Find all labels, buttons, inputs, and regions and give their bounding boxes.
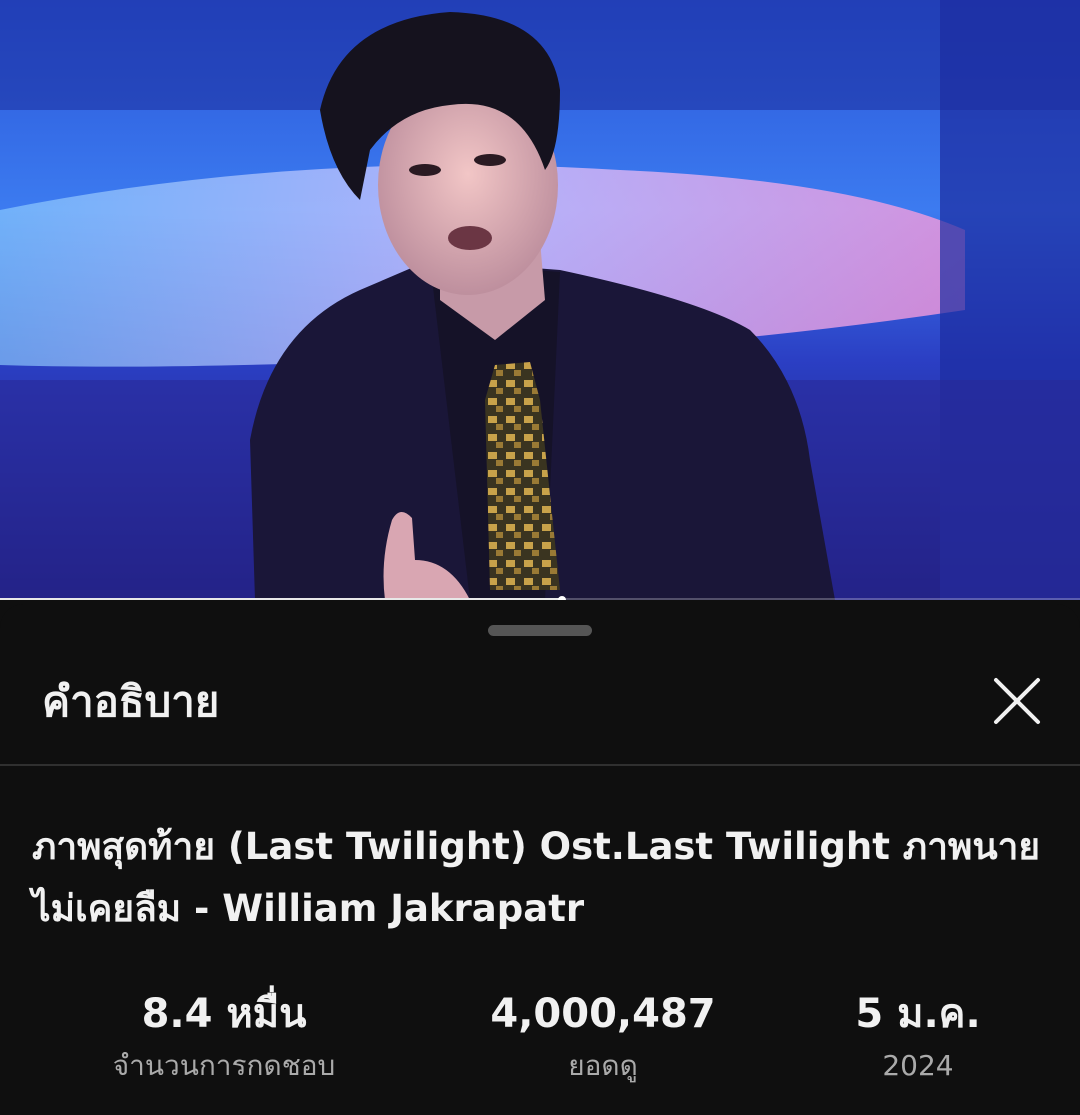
video-title: ภาพสุดท้าย (Last Twilight) Ost.Last Twil…: [32, 825, 1041, 930]
likes-count: 8.4 หมื่น: [141, 991, 307, 1037]
video-frame-image: [0, 0, 1080, 600]
likes-label: จำนวนการกดชอบ: [112, 1049, 336, 1082]
publish-date: 5 ม.ค.: [855, 991, 981, 1037]
views-count: 4,000,487: [490, 991, 716, 1037]
progress-fill: [0, 598, 562, 600]
close-button[interactable]: [984, 668, 1050, 734]
progress-bar[interactable]: [0, 596, 1080, 600]
views-label: ยอดดู: [568, 1049, 638, 1082]
views-stat: 4,000,487 ยอดดู: [453, 988, 753, 1086]
likes-stat: 8.4 หมื่น จำนวนการกดชอบ: [74, 988, 374, 1086]
description-sheet: คำอธิบาย ภาพสุดท้าย (Last Twilight) Ost.…: [0, 604, 1080, 1115]
close-icon: [994, 678, 1040, 724]
video-player[interactable]: [0, 0, 1080, 600]
sheet-title: คำอธิบาย: [42, 677, 220, 726]
date-stat: 5 ม.ค. 2024: [768, 988, 1068, 1086]
divider: [0, 764, 1080, 766]
scrubber-handle[interactable]: [557, 596, 566, 600]
publish-year: 2024: [882, 1049, 954, 1082]
drag-handle[interactable]: [488, 625, 592, 636]
